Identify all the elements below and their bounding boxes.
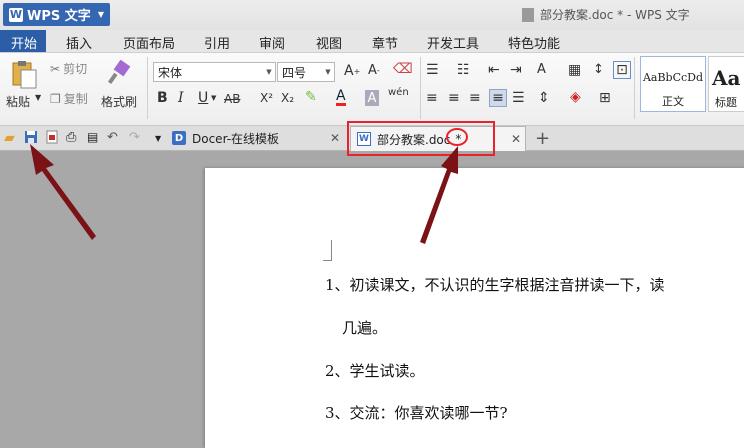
watermark-url: jingyan.baidu.com — [602, 404, 704, 417]
watermark-brand: Baidu经验 — [598, 369, 742, 402]
arrow-to-tab — [420, 146, 458, 244]
arrow-to-save — [30, 144, 96, 240]
watermark: Baidu经验 jingyan.baidu.com — [598, 360, 744, 430]
